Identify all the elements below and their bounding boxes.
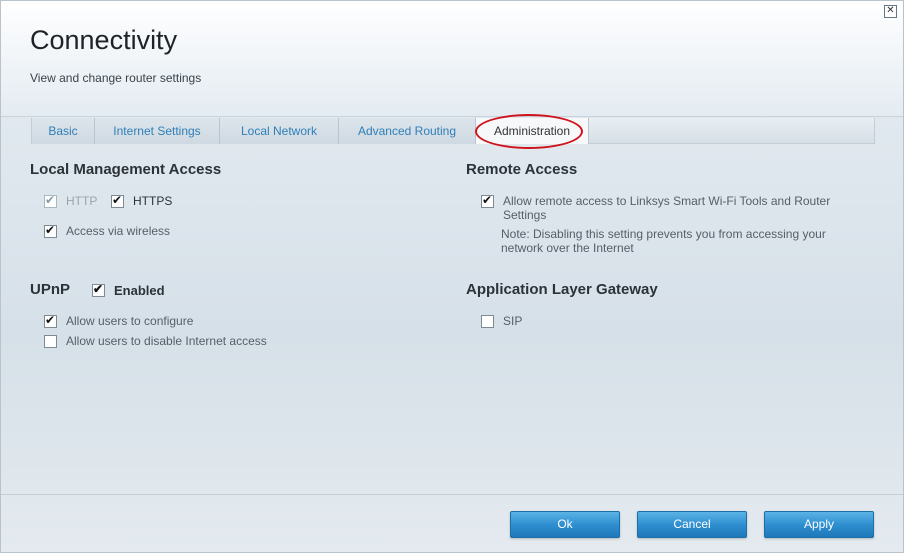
- tab-internet-settings[interactable]: Internet Settings: [95, 118, 220, 144]
- tab-local-network[interactable]: Local Network: [220, 118, 339, 144]
- https-checkbox[interactable]: [111, 193, 124, 208]
- local-management-title: Local Management Access: [30, 161, 222, 178]
- wireless-label: Access via wireless: [66, 224, 171, 238]
- tab-advanced-routing[interactable]: Advanced Routing: [339, 118, 476, 144]
- dialog-header: ✕ Connectivity View and change router se…: [1, 1, 903, 117]
- apply-button[interactable]: Apply: [764, 511, 874, 538]
- cancel-button[interactable]: Cancel: [637, 511, 747, 538]
- page-title: Connectivity: [30, 25, 178, 55]
- http-checkbox[interactable]: [44, 193, 57, 208]
- close-icon[interactable]: ✕: [884, 5, 897, 18]
- ok-button[interactable]: Ok: [510, 511, 620, 538]
- wireless-checkbox[interactable]: [44, 223, 57, 238]
- connectivity-dialog: ✕ Connectivity View and change router se…: [0, 0, 904, 553]
- allow-disable-label: Allow users to disable Internet access: [66, 334, 267, 348]
- remote-access-checkbox[interactable]: [481, 193, 494, 208]
- page-subtitle: View and change router settings: [30, 71, 202, 85]
- https-option: HTTPS: [111, 193, 173, 208]
- sip-option: SIP: [481, 314, 522, 328]
- upnp-enabled-option: Enabled: [92, 282, 165, 298]
- sip-checkbox[interactable]: [481, 315, 494, 328]
- http-option: HTTP: [44, 193, 98, 208]
- footer-divider: [1, 494, 903, 495]
- allow-configure-label: Allow users to configure: [66, 314, 194, 328]
- remote-access-label: Allow remote access to Linksys Smart Wi-…: [503, 194, 831, 222]
- tab-administration[interactable]: Administration: [476, 118, 589, 144]
- alg-title: Application Layer Gateway: [466, 281, 658, 298]
- allow-disable-checkbox[interactable]: [44, 335, 57, 348]
- tab-basic[interactable]: Basic: [32, 118, 95, 144]
- upnp-title: UPnP: [30, 281, 71, 298]
- https-label: HTTPS: [133, 194, 173, 208]
- http-label: HTTP: [66, 194, 98, 208]
- sip-label: SIP: [503, 314, 523, 328]
- tab-bar: Basic Internet Settings Local Network Ad…: [31, 118, 875, 144]
- allow-disable-option: Allow users to disable Internet access: [44, 334, 267, 348]
- upnp-enabled-label: Enabled: [114, 283, 165, 298]
- remote-access-option: Allow remote access to Linksys Smart Wi-…: [481, 193, 851, 222]
- upnp-enabled-checkbox[interactable]: [92, 282, 105, 297]
- allow-configure-checkbox[interactable]: [44, 313, 57, 328]
- remote-access-note: Note: Disabling this setting prevents yo…: [501, 227, 826, 255]
- allow-configure-option: Allow users to configure: [44, 313, 194, 328]
- remote-access-title: Remote Access: [466, 161, 578, 178]
- wireless-option: Access via wireless: [44, 223, 171, 238]
